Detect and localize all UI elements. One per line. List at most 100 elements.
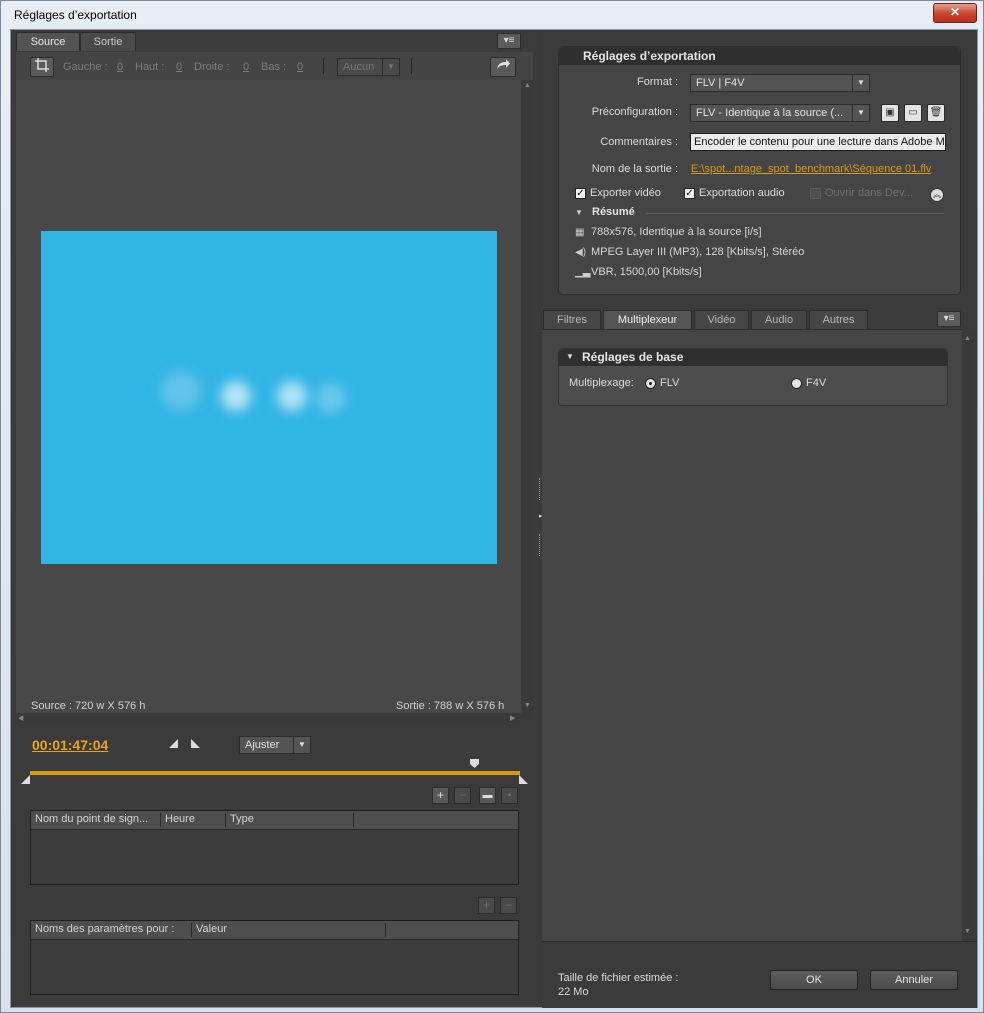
dialog-client: Source Sortie ▾≡ Gauche : 0 Haut : 0 Dro… bbox=[10, 29, 978, 1008]
preview-vertical-scrollbar[interactable]: ▲ ▼ bbox=[522, 80, 533, 717]
timeline-track[interactable] bbox=[30, 771, 520, 775]
save-preset-icon[interactable]: ▣ bbox=[881, 104, 899, 122]
column-header[interactable]: Heure bbox=[161, 813, 226, 827]
comments-field[interactable]: Encoder le contenu pour une lecture dans… bbox=[690, 133, 946, 151]
export-settings-box: Réglages d’exportation Format : FLV | F4… bbox=[558, 46, 961, 295]
in-point-marker-icon[interactable] bbox=[21, 775, 30, 784]
share-arrow-icon[interactable] bbox=[490, 57, 516, 77]
toolbar-divider bbox=[411, 58, 412, 74]
panel-menu-icon[interactable]: ▾≡ bbox=[497, 33, 521, 49]
title-bar: Réglages d’exportation ✕ bbox=[1, 1, 983, 29]
column-header[interactable]: Nom du point de sign... bbox=[31, 813, 161, 827]
summary-bitrate: VBR, 1500,00 [Kbits/s] bbox=[591, 266, 702, 278]
cancel-button[interactable]: Annuler bbox=[870, 970, 958, 990]
crop-left-label: Gauche : bbox=[63, 61, 108, 73]
scroll-down-icon[interactable]: ▼ bbox=[964, 928, 971, 935]
preset-select[interactable]: FLV - Identique à la source (... ▼ bbox=[690, 104, 870, 122]
save-icon[interactable]: ▪ bbox=[501, 787, 518, 804]
crop-bottom-value[interactable]: 0 bbox=[297, 61, 303, 73]
mux-flv-label[interactable]: FLV bbox=[660, 377, 679, 389]
export-audio-checkbox[interactable]: ✓ bbox=[684, 188, 695, 199]
scroll-down-icon[interactable]: ▼ bbox=[524, 702, 531, 709]
open-in-device-checkbox[interactable] bbox=[810, 188, 821, 199]
video-blur-shape bbox=[277, 381, 307, 411]
set-out-point-icon[interactable] bbox=[191, 739, 200, 748]
export-audio-label[interactable]: Exportation audio bbox=[699, 187, 785, 199]
mux-flv-radio[interactable] bbox=[645, 378, 656, 389]
estimated-size-label: Taille de fichier estimée : bbox=[558, 972, 679, 984]
multiplexer-settings: ▼ Réglages de base Multiplexage: FLV F4V bbox=[542, 329, 962, 942]
remove-cue-point-button[interactable]: − bbox=[454, 787, 471, 804]
basic-settings-title: Réglages de base bbox=[582, 350, 684, 364]
tab-filters[interactable]: Filtres bbox=[543, 310, 601, 329]
parameter-table-header: Noms des paramètres pour : Valeur bbox=[31, 921, 518, 940]
crop-left-value[interactable]: 0 bbox=[117, 61, 123, 73]
column-header[interactable]: Noms des paramètres pour : bbox=[31, 923, 192, 937]
crop-ratio-value: Aucun bbox=[343, 61, 375, 73]
tab-video[interactable]: Vidéo bbox=[694, 310, 749, 329]
scroll-up-icon[interactable]: ▲ bbox=[524, 82, 531, 89]
video-blur-shape bbox=[221, 381, 251, 411]
mux-f4v-radio[interactable] bbox=[791, 378, 802, 389]
cue-point-table[interactable]: Nom du point de sign... Heure Type bbox=[30, 810, 519, 885]
summary-audio: MPEG Layer III (MP3), 128 [Kbits/s], Sté… bbox=[591, 246, 805, 258]
tab-output[interactable]: Sortie bbox=[80, 32, 136, 51]
format-label: Format : bbox=[637, 76, 678, 88]
crop-top-value[interactable]: 0 bbox=[176, 61, 182, 73]
scroll-up-icon[interactable]: ▲ bbox=[964, 335, 971, 342]
output-name-link[interactable]: E:\spot...ntage_spot_benchmark\Séquence … bbox=[691, 163, 947, 175]
preset-label: Préconfiguration : bbox=[591, 106, 678, 118]
video-frame bbox=[41, 231, 497, 564]
collapse-icon[interactable]: ︽ bbox=[930, 188, 944, 202]
preview-horizontal-scrollbar[interactable]: ◀ ▶ bbox=[16, 713, 521, 725]
tab-source[interactable]: Source bbox=[16, 32, 80, 51]
expand-triangle-icon[interactable]: ▼ bbox=[575, 208, 583, 217]
format-value: FLV | F4V bbox=[696, 77, 745, 89]
crop-right-value[interactable]: 0 bbox=[243, 61, 249, 73]
folder-icon[interactable]: ▬ bbox=[479, 787, 496, 804]
scroll-right-icon[interactable]: ▶ bbox=[510, 714, 515, 722]
export-settings-title: Réglages d’exportation bbox=[583, 49, 716, 63]
dialog-footer: Taille de fichier estimée : 22 Mo OK Ann… bbox=[542, 941, 977, 1008]
tab-multiplexer[interactable]: Multiplexeur bbox=[603, 310, 692, 329]
delete-preset-trash-icon[interactable]: 🗑 bbox=[927, 104, 945, 122]
chevron-down-icon: ▼ bbox=[293, 737, 310, 753]
settings-vertical-scrollbar[interactable]: ▲ ▼ bbox=[962, 331, 974, 941]
add-parameter-button[interactable]: + bbox=[478, 897, 495, 914]
tab-other[interactable]: Autres bbox=[809, 310, 868, 329]
remove-parameter-button[interactable]: − bbox=[500, 897, 517, 914]
settings-panel: Réglages d’exportation Format : FLV | F4… bbox=[542, 30, 977, 1008]
format-select[interactable]: FLV | F4V ▼ bbox=[690, 74, 870, 92]
crop-bottom-label: Bas : bbox=[261, 61, 287, 73]
crop-top-label: Haut : bbox=[135, 61, 165, 73]
timecode[interactable]: 00:01:47:04 bbox=[32, 737, 108, 753]
out-point-marker-icon[interactable] bbox=[519, 775, 528, 784]
set-in-point-icon[interactable] bbox=[169, 739, 178, 748]
playhead-icon[interactable] bbox=[470, 759, 479, 768]
export-video-checkbox[interactable]: ✓ bbox=[575, 188, 586, 199]
output-dimensions: Sortie : 788 w X 576 h bbox=[396, 700, 505, 712]
close-button[interactable]: ✕ bbox=[933, 3, 977, 23]
crop-ratio-select[interactable]: Aucun ▼ bbox=[337, 58, 400, 76]
chevron-down-icon: ▼ bbox=[852, 75, 869, 91]
export-settings-header: Réglages d’exportation bbox=[559, 47, 960, 65]
open-in-device-label[interactable]: Ouvrir dans Dev... bbox=[825, 187, 913, 199]
crop-icon[interactable] bbox=[30, 57, 54, 77]
column-header[interactable]: Type bbox=[226, 813, 354, 827]
crop-right-label: Droite : bbox=[194, 61, 230, 73]
import-preset-folder-icon[interactable]: ▭ bbox=[904, 104, 922, 122]
video-blur-shape bbox=[161, 371, 201, 411]
export-video-label[interactable]: Exporter vidéo bbox=[590, 187, 661, 199]
mux-f4v-label[interactable]: F4V bbox=[806, 377, 826, 389]
parameter-table[interactable]: Noms des paramètres pour : Valeur bbox=[30, 920, 519, 995]
video-preview bbox=[16, 80, 521, 717]
fit-select[interactable]: Ajuster ▼ bbox=[239, 736, 311, 754]
expand-triangle-icon[interactable]: ▼ bbox=[566, 352, 574, 361]
add-cue-point-button[interactable]: + bbox=[432, 787, 449, 804]
scroll-left-icon[interactable]: ◀ bbox=[18, 714, 23, 722]
tabs-menu-icon[interactable]: ▾≡ bbox=[937, 311, 961, 327]
ok-button[interactable]: OK bbox=[770, 970, 858, 990]
tab-audio[interactable]: Audio bbox=[751, 310, 807, 329]
column-header[interactable]: Valeur bbox=[192, 923, 386, 937]
basic-settings-header[interactable]: ▼ Réglages de base bbox=[559, 349, 947, 366]
